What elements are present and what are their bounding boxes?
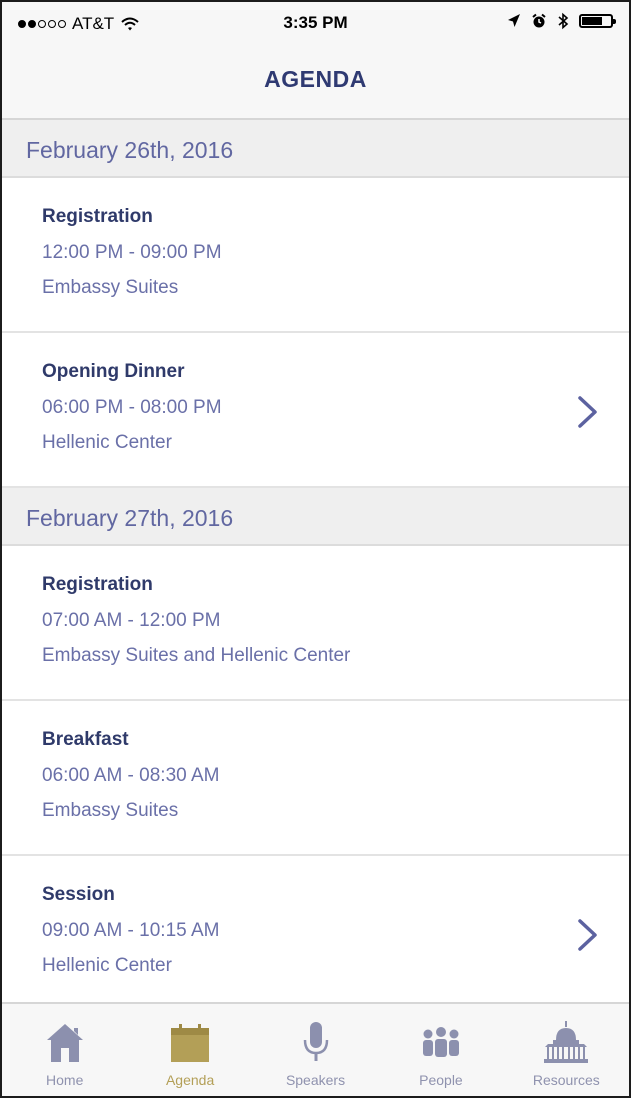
chevron-right-icon[interactable] — [577, 395, 599, 429]
home-icon — [46, 1024, 83, 1062]
tab-resources[interactable]: Resources — [504, 1004, 629, 1096]
event-title: Registration — [42, 574, 153, 595]
tab-label: Home — [46, 1072, 84, 1088]
agenda-list[interactable]: February 26th, 2016 Registration 12:00 P… — [2, 120, 629, 1002]
event-title: Opening Dinner — [42, 361, 185, 382]
tab-bar: Home Agenda Speakers People Resources — [2, 1002, 629, 1096]
agenda-item[interactable]: Session 09:00 AM - 10:15 AM Hellenic Cen… — [2, 856, 629, 1002]
capitol-building-icon — [544, 1021, 589, 1063]
page-title: AGENDA — [264, 66, 367, 92]
event-title: Registration — [42, 206, 153, 227]
event-title: Session — [42, 884, 115, 905]
event-location: Embassy Suites — [42, 277, 179, 298]
tab-home[interactable]: Home — [2, 1004, 127, 1096]
event-time: 07:00 AM - 12:00 PM — [42, 610, 221, 631]
agenda-item[interactable]: Registration 07:00 AM - 12:00 PM Embassy… — [2, 546, 629, 701]
chevron-right-icon[interactable] — [577, 918, 599, 952]
agenda-item[interactable]: Breakfast 06:00 AM - 08:30 AM Embassy Su… — [2, 701, 629, 856]
tab-label: Resources — [532, 1072, 600, 1088]
tab-label: People — [419, 1072, 463, 1088]
tab-people[interactable]: People — [378, 1004, 503, 1096]
battery-icon — [579, 14, 616, 28]
phone-screen: AT&T 3:35 PM AGENDA February 26th, 2016 … — [0, 0, 631, 1098]
event-time: 06:00 AM - 08:30 AM — [42, 765, 220, 786]
event-location: Embassy Suites — [42, 800, 179, 821]
event-location: Hellenic Center — [42, 432, 172, 453]
bluetooth-icon — [558, 12, 569, 30]
top-bar: AT&T 3:35 PM AGENDA — [2, 2, 629, 120]
status-right — [507, 12, 616, 30]
event-location: Hellenic Center — [42, 955, 172, 976]
calendar-icon — [171, 1024, 210, 1062]
agenda-item[interactable]: Opening Dinner 06:00 PM - 08:00 PM Helle… — [2, 333, 629, 488]
date-header: February 27th, 2016 — [2, 488, 629, 546]
microphone-icon — [303, 1022, 328, 1061]
location-arrow-icon — [508, 14, 520, 27]
event-title: Breakfast — [42, 729, 129, 750]
people-icon — [422, 1027, 459, 1057]
tab-agenda[interactable]: Agenda — [127, 1004, 252, 1096]
event-time: 09:00 AM - 10:15 AM — [42, 920, 220, 941]
event-location: Embassy Suites and Hellenic Center — [42, 645, 351, 666]
agenda-item[interactable]: Registration 12:00 PM - 09:00 PM Embassy… — [2, 178, 629, 333]
tab-label: Agenda — [165, 1072, 215, 1088]
date-header: February 26th, 2016 — [2, 120, 629, 178]
event-time: 06:00 PM - 08:00 PM — [42, 397, 222, 418]
tab-speakers[interactable]: Speakers — [253, 1004, 378, 1096]
event-time: 12:00 PM - 09:00 PM — [42, 242, 222, 263]
status-bar: AT&T 3:35 PM — [2, 2, 629, 42]
tab-label: Speakers — [285, 1072, 346, 1088]
alarm-icon — [532, 13, 546, 28]
